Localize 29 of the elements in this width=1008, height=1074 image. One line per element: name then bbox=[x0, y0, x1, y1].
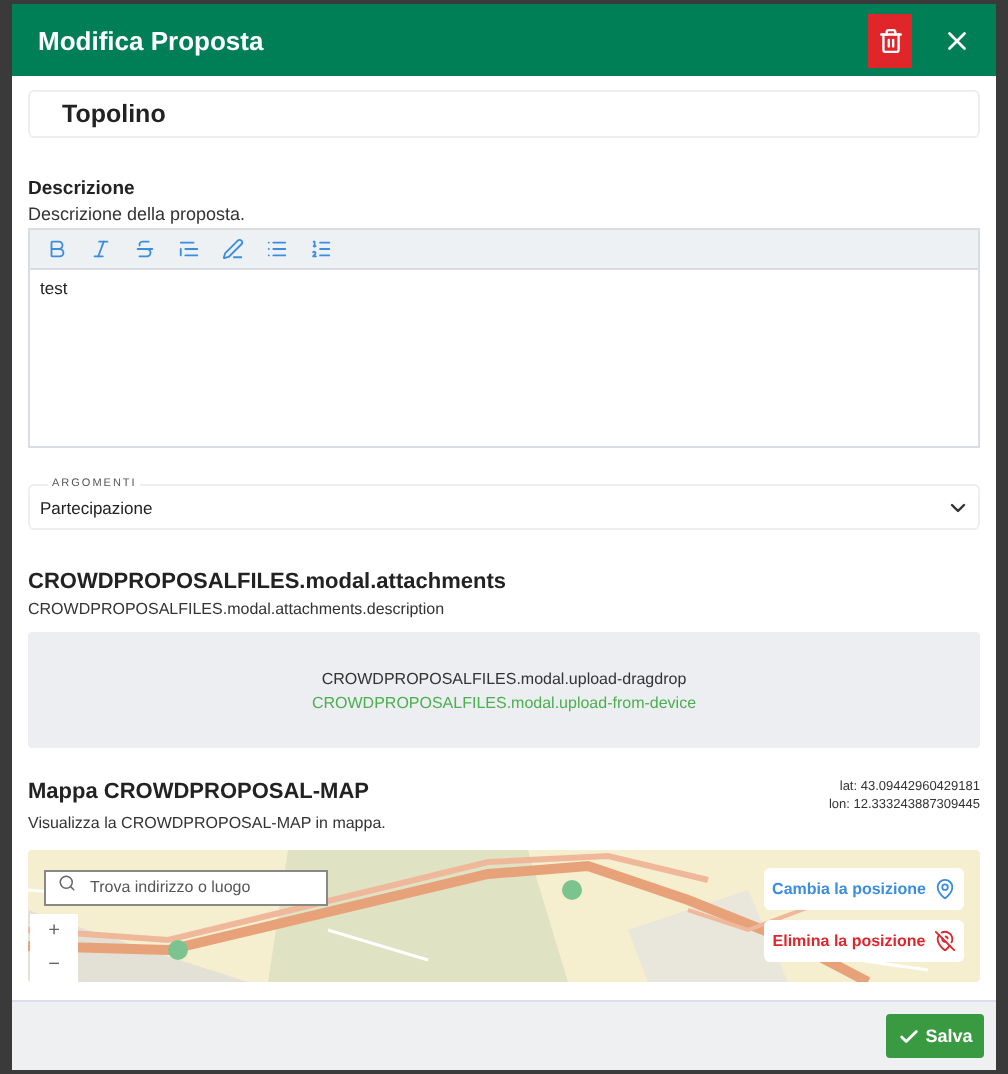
attachments-description: CROWDPROPOSALFILES.modal.attachments.description bbox=[28, 600, 447, 618]
trash-icon bbox=[877, 27, 903, 53]
map-search-field[interactable]: Trova indirizzo o luogo bbox=[44, 869, 328, 905]
map-description: Visualizza la CROWDPROPOSAL-MAP in mappa. bbox=[28, 814, 386, 832]
change-position-button[interactable]: Cambia la posizione bbox=[764, 868, 964, 910]
dropzone-text: CROWDPROPOSALFILES.modal.upload-dragdrop bbox=[321, 669, 687, 687]
modal-title: Modifica Proposta bbox=[38, 25, 266, 55]
description-hint: Descrizione della proposta. bbox=[28, 204, 248, 224]
map-pin-icon bbox=[933, 878, 956, 900]
delete-button[interactable] bbox=[868, 13, 912, 67]
rich-text-editor[interactable]: test bbox=[28, 228, 980, 448]
upload-dropzone[interactable]: CROWDPROPOSALFILES.modal.upload-dragdrop CROWDPROPOSALFILES.modal.upload-from-device bbox=[28, 632, 980, 748]
numbered-list-icon bbox=[309, 238, 331, 260]
editor-text: test bbox=[38, 276, 70, 302]
pen-icon bbox=[221, 238, 243, 260]
quote-icon bbox=[177, 238, 199, 260]
remove-position-button[interactable]: Elimina la posizione bbox=[764, 920, 964, 962]
attachments-title: CROWDPROPOSALFILES.modal.attachments bbox=[28, 570, 508, 594]
check-icon bbox=[897, 1025, 920, 1047]
select-value: Partecipazione bbox=[40, 497, 155, 517]
title-field[interactable]: Topolino bbox=[28, 90, 980, 138]
map-title: Mappa CROWDPROPOSAL-MAP bbox=[28, 780, 369, 804]
bold-icon bbox=[45, 238, 67, 260]
search-icon bbox=[58, 874, 76, 892]
strikethrough-icon bbox=[133, 238, 155, 260]
description-label: Descrizione bbox=[28, 178, 137, 200]
save-button[interactable]: Salva bbox=[886, 1014, 984, 1058]
map-pin-off-icon bbox=[933, 930, 956, 952]
italic-icon bbox=[89, 238, 111, 260]
